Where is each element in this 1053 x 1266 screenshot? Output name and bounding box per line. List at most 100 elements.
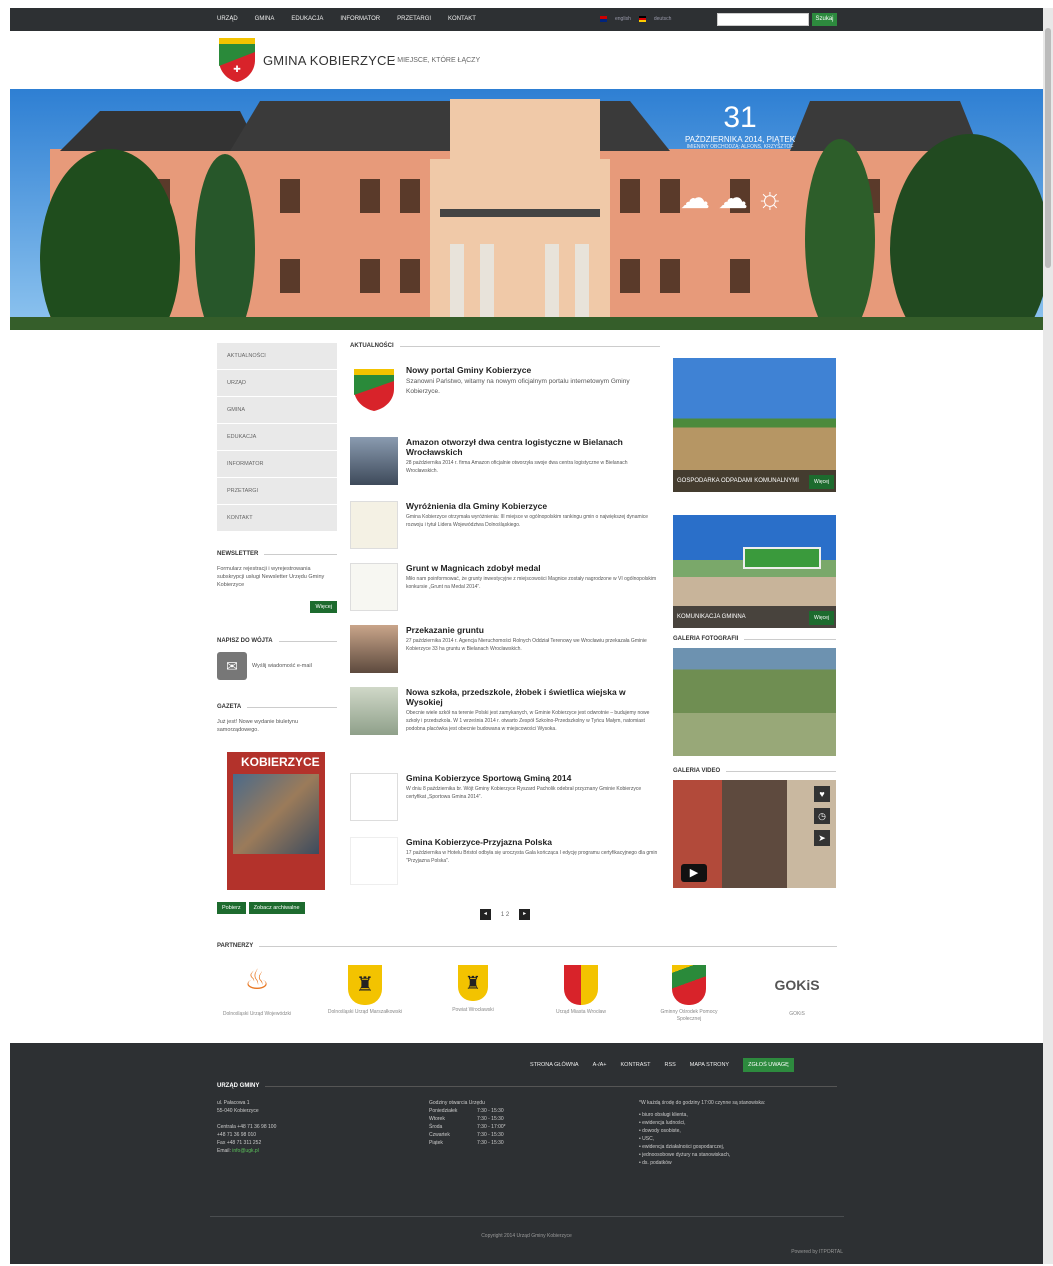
powered-by[interactable]: Powered by ITPORTAL — [791, 1249, 843, 1255]
news-title[interactable]: Gmina Kobierzyce Sportową Gminą 2014 — [406, 773, 660, 783]
hours-day: Piątek — [429, 1140, 443, 1146]
left-nav-edukacja[interactable]: Edukacja — [217, 424, 337, 451]
contact-line: +48 71 36 98 010 — [217, 1132, 257, 1138]
partner-item[interactable]: Urząd Miasta Wrocław — [541, 963, 621, 1023]
newsletter-more-button[interactable]: Więcej — [310, 601, 337, 613]
service-item: biuro obsługi klienta, — [642, 1112, 688, 1118]
page-numbers[interactable]: 1 2 — [501, 912, 509, 918]
partner-name[interactable]: Urząd Miasta Wrocław — [541, 1009, 621, 1016]
address-line: ul. Pałacowa 1 — [217, 1100, 250, 1106]
left-nav-informator[interactable]: Informator — [217, 451, 337, 478]
footer-home-link[interactable]: STRONA GŁÓWNA — [530, 1062, 579, 1068]
service-item: jednoosobowe dyżury na stanowiskach, — [642, 1152, 731, 1158]
news-item[interactable]: Amazon otworzył dwa centra logistyczne w… — [350, 437, 660, 501]
news-title[interactable]: Amazon otworzył dwa centra logistyczne w… — [406, 437, 660, 457]
video-player[interactable]: ▶ ♥ ◷ ➤ — [673, 780, 836, 888]
news-title[interactable]: Wyróżnienia dla Gminy Kobierzyce — [406, 501, 660, 511]
transport-more-button[interactable]: Więcej — [808, 611, 834, 625]
partner-name[interactable]: Dolnośląski Urząd Marszałkowski — [325, 1009, 405, 1016]
partner-name[interactable]: Gminny Ośrodek Pomocy Społecznej — [649, 1009, 729, 1023]
news-item[interactable]: Gmina Kobierzyce-Przyjazna Polska 17 paźd… — [350, 837, 660, 899]
news-thumbnail — [350, 687, 398, 735]
news-title[interactable]: Gmina Kobierzyce-Przyjazna Polska — [406, 837, 660, 847]
contact-line: Centrala +48 71 36 98 100 — [217, 1124, 277, 1130]
news-text: 28 października 2014 r. firma Amazon ofi… — [406, 460, 628, 474]
news-item[interactable]: Wyróżnienia dla Gminy Kobierzyce Gmina Ko… — [350, 501, 660, 563]
news-item[interactable]: Nowy portal Gminy Kobierzyce Szanowni Pań… — [350, 365, 660, 437]
wroclaw-crest-icon — [564, 965, 598, 1005]
footer-contrast-link[interactable]: KONTRAST — [621, 1062, 651, 1068]
footer-address: ul. Pałacowa 1 55-040 Kobierzyce Central… — [217, 1099, 429, 1167]
top-nav-informator[interactable]: Informator — [340, 16, 380, 22]
share-icon[interactable]: ➤ — [814, 830, 830, 846]
language-switch: english deutsch — [600, 16, 671, 22]
cloud-icon: ☁ — [680, 182, 718, 215]
waste-more-button[interactable]: Więcej — [808, 475, 834, 489]
left-nav-urzad[interactable]: Urząd — [217, 370, 337, 397]
service-item: ewidencja ludności, — [642, 1120, 686, 1126]
de-flag-icon[interactable] — [638, 16, 646, 22]
left-nav-gmina[interactable]: Gmina — [217, 397, 337, 424]
partner-item[interactable]: ♜ Dolnośląski Urząd Marszałkowski — [325, 963, 405, 1023]
top-nav: Urząd Gmina Edukacja Informator Przetarg… — [217, 16, 476, 22]
news-title[interactable]: Nowy portal Gminy Kobierzyce — [406, 365, 660, 375]
top-nav-edukacja[interactable]: Edukacja — [291, 16, 323, 22]
news-item[interactable]: Grunt w Magnicach zdobył medal Miło nam p… — [350, 563, 660, 625]
news-item[interactable]: Gmina Kobierzyce Sportową Gminą 2014 W dn… — [350, 773, 660, 837]
flame-logo-icon: ♨ — [244, 964, 270, 995]
write-mayor-title: NAPISZ DO WÓJTA — [217, 638, 337, 644]
download-button[interactable]: Pobierz — [217, 902, 246, 914]
lang-deutsch[interactable]: deutsch — [654, 16, 672, 22]
search-button[interactable]: Szukaj — [812, 13, 837, 26]
footer-font-size-link[interactable]: A-/A+ — [593, 1062, 607, 1068]
top-nav-przetargi[interactable]: Przetargi — [397, 16, 431, 22]
email-icon[interactable]: ✉ — [217, 652, 247, 680]
left-nav-przetargi[interactable]: Przetargi — [217, 478, 337, 505]
top-nav-gmina[interactable]: Gmina — [255, 16, 275, 22]
top-nav-urzad[interactable]: Urząd — [217, 16, 238, 22]
lang-english[interactable]: english — [615, 16, 631, 22]
heart-icon[interactable]: ♥ — [814, 786, 830, 802]
contact-line: Fax +48 71 311 252 — [217, 1140, 262, 1146]
browser-scrollbar[interactable] — [1043, 8, 1053, 1264]
partner-item[interactable]: ♨ Dolnośląski Urząd Wojewódzki — [217, 963, 297, 1023]
hero-banner: 31 PAŹDZIERNIKA 2014, PIĄTEK IMIENINY OB… — [10, 89, 1043, 330]
partner-name[interactable]: GOKiS — [757, 1011, 837, 1018]
email-link[interactable]: info@ugk.pl — [232, 1148, 258, 1154]
waste-management-tile[interactable]: GOSPODARKA ODPADAMI KOMUNALNYMI Więcej — [673, 358, 836, 492]
prev-page-icon[interactable]: ◂ — [479, 909, 491, 920]
top-nav-kontakt[interactable]: Kontakt — [448, 16, 476, 22]
newspaper-cover[interactable]: KOBIERZYCE — [227, 752, 325, 890]
partner-item[interactable]: GOKiS GOKiS — [757, 963, 837, 1023]
date-day: 31 — [723, 101, 757, 134]
photo-gallery-image[interactable] — [673, 648, 836, 756]
news-title[interactable]: Przekazanie gruntu — [406, 625, 660, 635]
news-item[interactable]: Przekazanie gruntu 27 października 2014 r… — [350, 625, 660, 687]
partner-item[interactable]: ♜ Powiat Wrocławski — [433, 963, 513, 1023]
news-item[interactable]: Nowa szkoła, przedszkole, żłobek i świet… — [350, 687, 660, 773]
hours-day: Wtorek — [429, 1116, 445, 1122]
footer-rss-link[interactable]: RSS — [664, 1062, 675, 1068]
news-title[interactable]: Grunt w Magnicach zdobył medal — [406, 563, 660, 573]
uk-flag-icon[interactable] — [600, 16, 607, 22]
partner-name[interactable]: Dolnośląski Urząd Wojewódzki — [217, 1011, 297, 1018]
left-nav-kontakt[interactable]: Kontakt — [217, 505, 337, 532]
left-nav-aktualnosci[interactable]: Aktualności — [217, 343, 337, 370]
news-title[interactable]: Nowa szkoła, przedszkole, żłobek i świet… — [406, 687, 660, 707]
partner-item[interactable]: Gminny Ośrodek Pomocy Społecznej — [649, 963, 729, 1023]
transport-tile[interactable]: KOMUNIKACJA GMINNA Więcej — [673, 515, 836, 628]
write-mayor-link[interactable]: Wyślij wiadomość e-mail — [252, 662, 312, 670]
weather-icons: ☁☁☼ — [680, 181, 792, 216]
site-brand[interactable]: GMINA KOBIERZYCE — [263, 53, 396, 68]
play-icon[interactable]: ▶ — [681, 864, 707, 882]
note-text: *W każdą środę do godziny 17:00 czynne s… — [639, 1100, 766, 1106]
footer-wednesday-note: *W każdą środę do godziny 17:00 czynne s… — [639, 1099, 837, 1167]
report-issue-button[interactable]: ZGŁOŚ UWAGĘ — [743, 1058, 794, 1072]
coat-of-arms-logo[interactable]: ✚ — [217, 36, 257, 84]
partner-name[interactable]: Powiat Wrocławski — [433, 1007, 513, 1014]
search-input[interactable] — [717, 13, 809, 26]
next-page-icon[interactable]: ▸ — [519, 909, 531, 920]
footer-sitemap-link[interactable]: MAPA STRONY — [690, 1062, 729, 1068]
clock-icon[interactable]: ◷ — [814, 808, 830, 824]
archive-button[interactable]: Zobacz archiwalne — [248, 902, 305, 914]
